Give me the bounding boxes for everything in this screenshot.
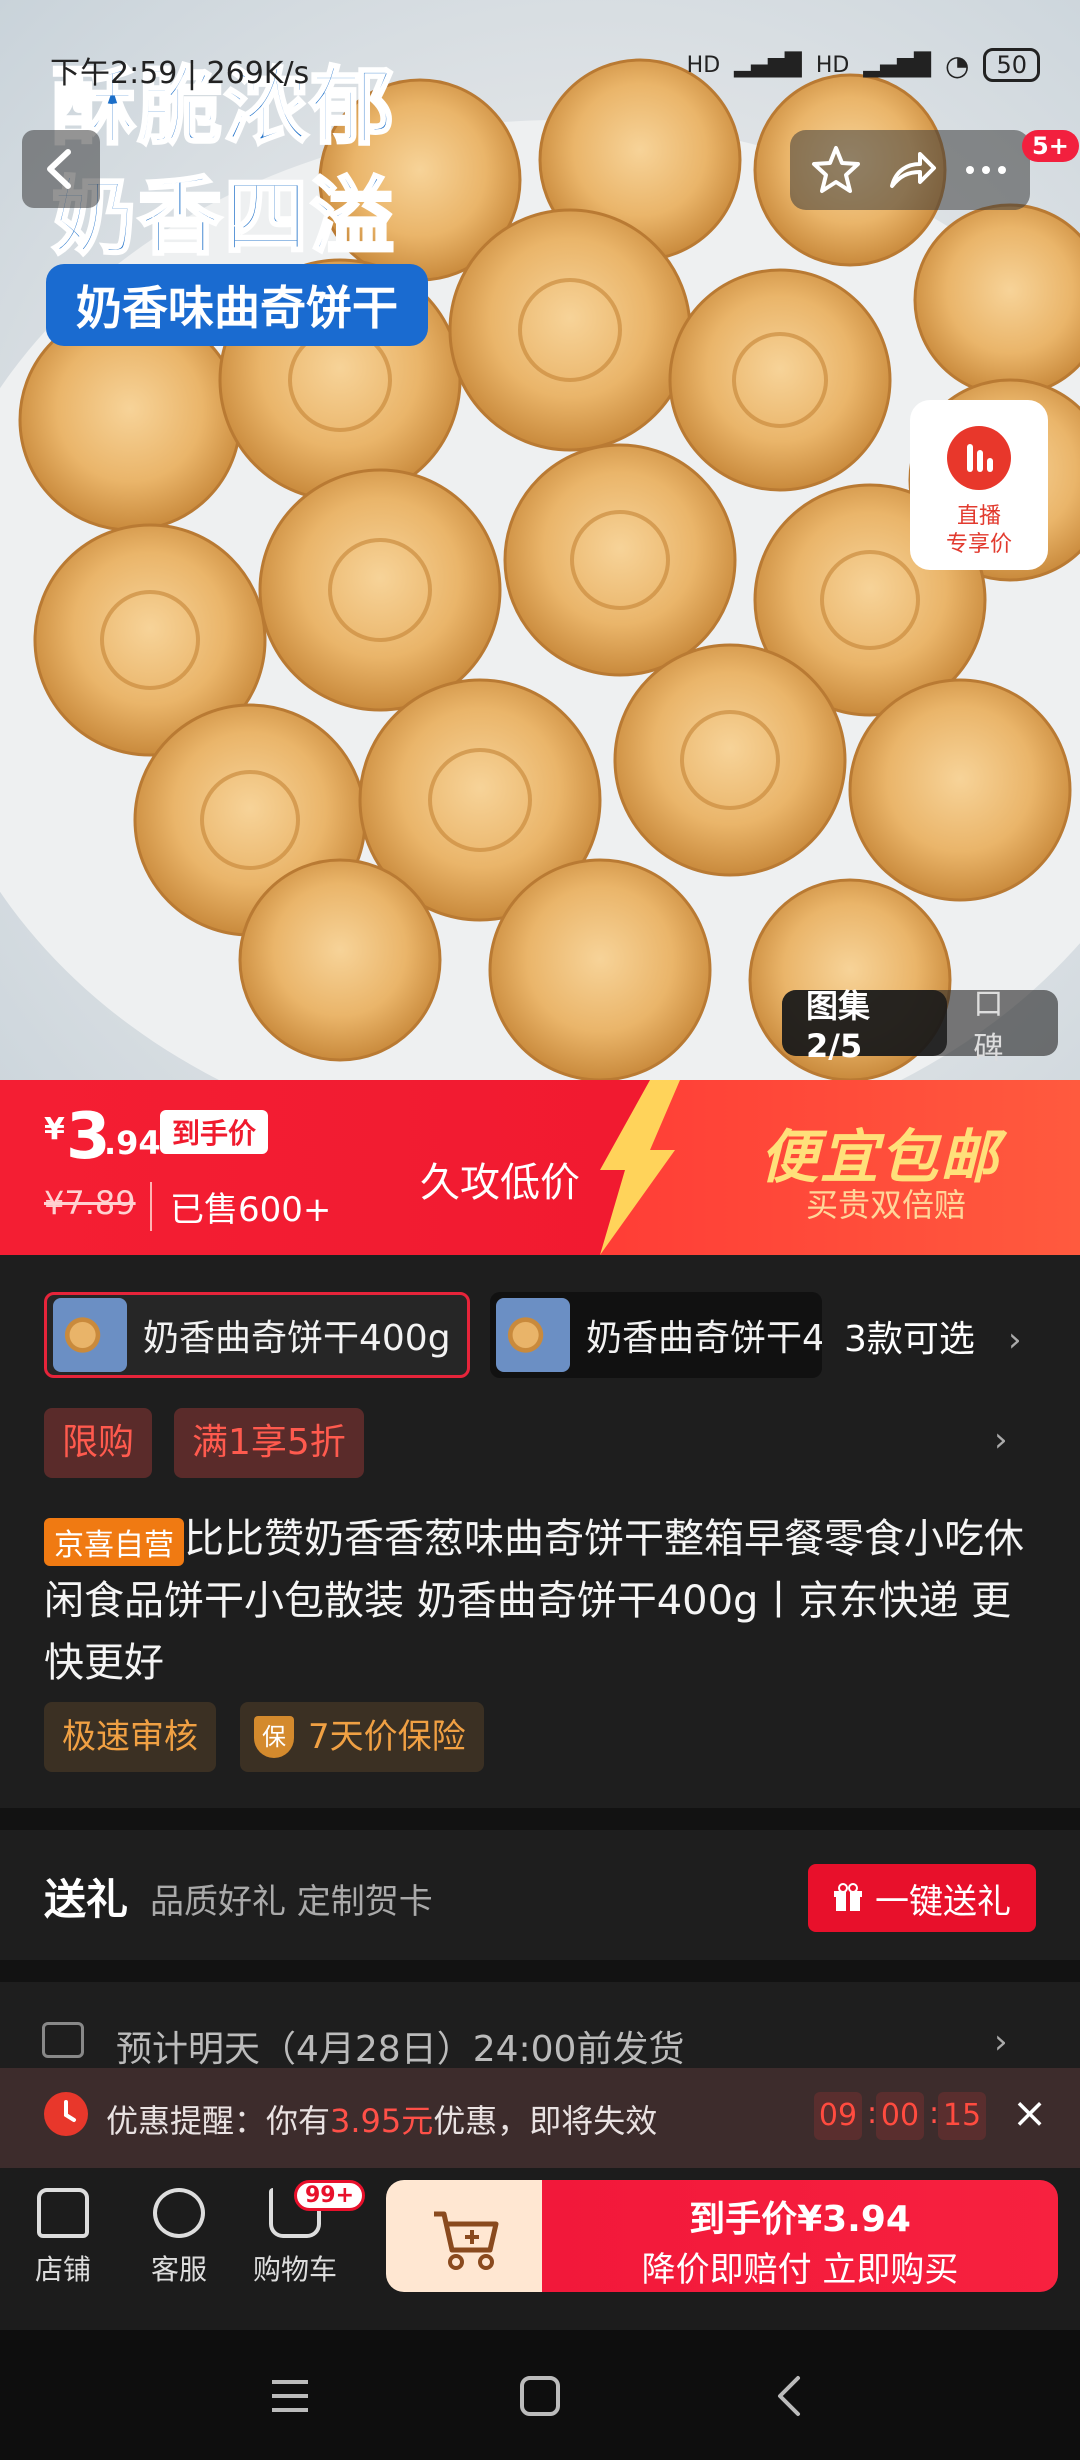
notification-badge: 5+ [1022, 130, 1079, 162]
reviews-tab[interactable]: 口碑 [947, 979, 1058, 1067]
limit-purchase-tag: 限购 [44, 1408, 153, 1478]
more-variants-label: 3款可选 [844, 1319, 975, 1360]
buy-subtitle: 降价即赔付 立即购买 [641, 2250, 959, 2290]
gallery-switch[interactable]: 图集2/5 口碑 [782, 987, 1058, 1066]
buy-now-button[interactable]: 到手价¥3.94 降价即赔付 立即购买 [542, 2180, 1058, 2292]
chevron-right-icon[interactable]: › [994, 1420, 1008, 1460]
chevron-left-icon [47, 149, 71, 189]
variant-label: 奶香曲奇饼干400g [143, 1318, 451, 1359]
chevron-right-icon: › [986, 1320, 1022, 1360]
bottom-action-bar: 店铺 客服 购物车 99+ 到手价¥3.94 降价即赔付 立即购买 [0, 2168, 1080, 2330]
timer-minutes: 00 [876, 2092, 924, 2140]
gift-subtitle: 品质好礼 定制贺卡 [150, 1882, 433, 1922]
store-tab[interactable]: 店铺 [8, 2188, 118, 2288]
gallery-tab[interactable]: 图集2/5 [782, 987, 948, 1065]
variant-label: 奶香曲奇饼干400g [586, 1318, 822, 1359]
promo-headline-2: 奶香四溢 [50, 167, 397, 268]
close-icon[interactable]: × [1012, 2088, 1047, 2137]
slogan: 久攻低价 [420, 1160, 580, 1206]
final-price-tag: 到手价 [160, 1110, 269, 1154]
service-icon [153, 2188, 205, 2238]
timer-hours: 09 [814, 2092, 862, 2140]
service-label: 客服 [150, 2253, 207, 2286]
send-gift-button[interactable]: 一键送礼 [808, 1864, 1036, 1932]
variant-option-selected[interactable]: 奶香曲奇饼干400g [44, 1292, 470, 1378]
price-currency: ¥ [44, 1112, 65, 1147]
live-icon [947, 426, 1011, 490]
status-time: 下午2:59 | 269K/s [50, 56, 310, 91]
status-bar: 下午2:59 | 269K/s HD ▂▄▆█ HD ▂▄▆█ ◔ 50 [0, 0, 1080, 135]
back-button[interactable] [22, 130, 100, 208]
add-cart-icon [434, 2211, 499, 2270]
live-price-button[interactable]: 直播 专享价 [910, 400, 1048, 570]
signal-icon: HD [686, 52, 721, 78]
product-image[interactable]: 酥脆浓郁 奶香四溢 奶香味曲奇饼干 下午2:59 | 269K/s HD ▂▄▆… [0, 0, 1080, 1080]
wifi-icon: ◔ [945, 48, 970, 82]
coupon-text: 优惠提醒：你有3.95元优惠，即将失效 [106, 2096, 657, 2142]
cart-count-badge: 99+ [294, 2180, 366, 2211]
buy-price-label: 到手价¥3.94 [689, 2199, 911, 2240]
gift-label: 送礼 [44, 1875, 129, 1924]
share-icon[interactable] [886, 144, 938, 196]
live-sublabel: 专享价 [945, 532, 1012, 557]
status-icons: HD ▂▄▆█ HD ▂▄▆█ ◔ 50 [687, 48, 1040, 82]
service-tab[interactable]: 客服 [124, 2188, 234, 2288]
clock-icon [44, 2092, 88, 2136]
home-icon[interactable] [518, 2374, 562, 2418]
timer-seconds: 15 [938, 2092, 986, 2140]
self-operated-badge: 京喜自营 [44, 1518, 184, 1566]
battery-indicator: 50 [983, 48, 1040, 82]
more-menu-icon[interactable] [960, 144, 1012, 196]
price-protection-label: 7天价保险 [308, 1717, 466, 1757]
sold-count: 已售600+ [150, 1182, 331, 1231]
discount-tag: 满1享5折 [174, 1408, 364, 1478]
price-decimal: .94 [104, 1124, 161, 1162]
signal-icon: HD [815, 52, 850, 78]
cart-label: 购物车 [252, 2253, 337, 2286]
promo-subtitle: 买贵双倍赔 [806, 1186, 967, 1224]
signal-icon: ▂▄▆█ [734, 52, 802, 78]
send-gift-label: 一键送礼 [875, 1881, 1011, 1922]
lightning-icon [600, 1080, 680, 1255]
truck-icon [42, 2022, 84, 2058]
promo-subtitle: 奶香味曲奇饼干 [46, 264, 428, 346]
system-nav-bar [0, 2330, 1080, 2460]
back-icon[interactable] [768, 2374, 812, 2418]
price-protection-tag[interactable]: 保 7天价保险 [240, 1702, 484, 1772]
variant-option[interactable]: 奶香曲奇饼干400g [490, 1292, 822, 1378]
variant-thumbnail [53, 1298, 127, 1372]
coupon-suffix: 优惠，即将失效 [433, 2102, 658, 2140]
original-price: ¥7.89 [44, 1184, 136, 1222]
more-variants-button[interactable]: 3款可选 › [844, 1310, 1022, 1362]
divider [0, 1808, 1080, 1830]
coupon-prefix: 优惠提醒：你有 [106, 2102, 331, 2140]
shipping-estimate[interactable]: 预计明天（4月28日）24:00前发货 [116, 2020, 684, 2072]
divider [0, 1960, 1080, 1982]
coupon-amount: 3.95元 [330, 2102, 434, 2140]
menu-icon[interactable] [268, 2374, 312, 2418]
product-title: 比比赞奶香香葱味曲奇饼干整箱早餐零食小吃休闲食品饼干小包散装 奶香曲奇饼干400… [44, 1516, 1024, 1686]
coupon-reminder[interactable]: 优惠提醒：你有3.95元优惠，即将失效 09 : 00 : 15 × [0, 2068, 1080, 2168]
chevron-right-icon[interactable]: › [994, 2022, 1008, 2062]
gift-icon [834, 1883, 862, 1911]
top-action-group [790, 130, 1030, 210]
store-label: 店铺 [34, 2253, 91, 2286]
signal-icon: ▂▄▆█ [863, 52, 932, 78]
fast-review-tag: 极速审核 [44, 1702, 216, 1772]
store-icon [37, 2188, 89, 2238]
shield-icon: 保 [254, 1716, 294, 1758]
add-to-cart-button[interactable] [386, 2180, 542, 2292]
favorite-star-icon[interactable] [810, 144, 862, 196]
variant-thumbnail [496, 1298, 570, 1372]
price-banner: ¥ 3 .94 到手价 ¥7.89 已售600+ 久攻低价 便宜包邮 买贵双倍赔 [0, 1080, 1080, 1255]
